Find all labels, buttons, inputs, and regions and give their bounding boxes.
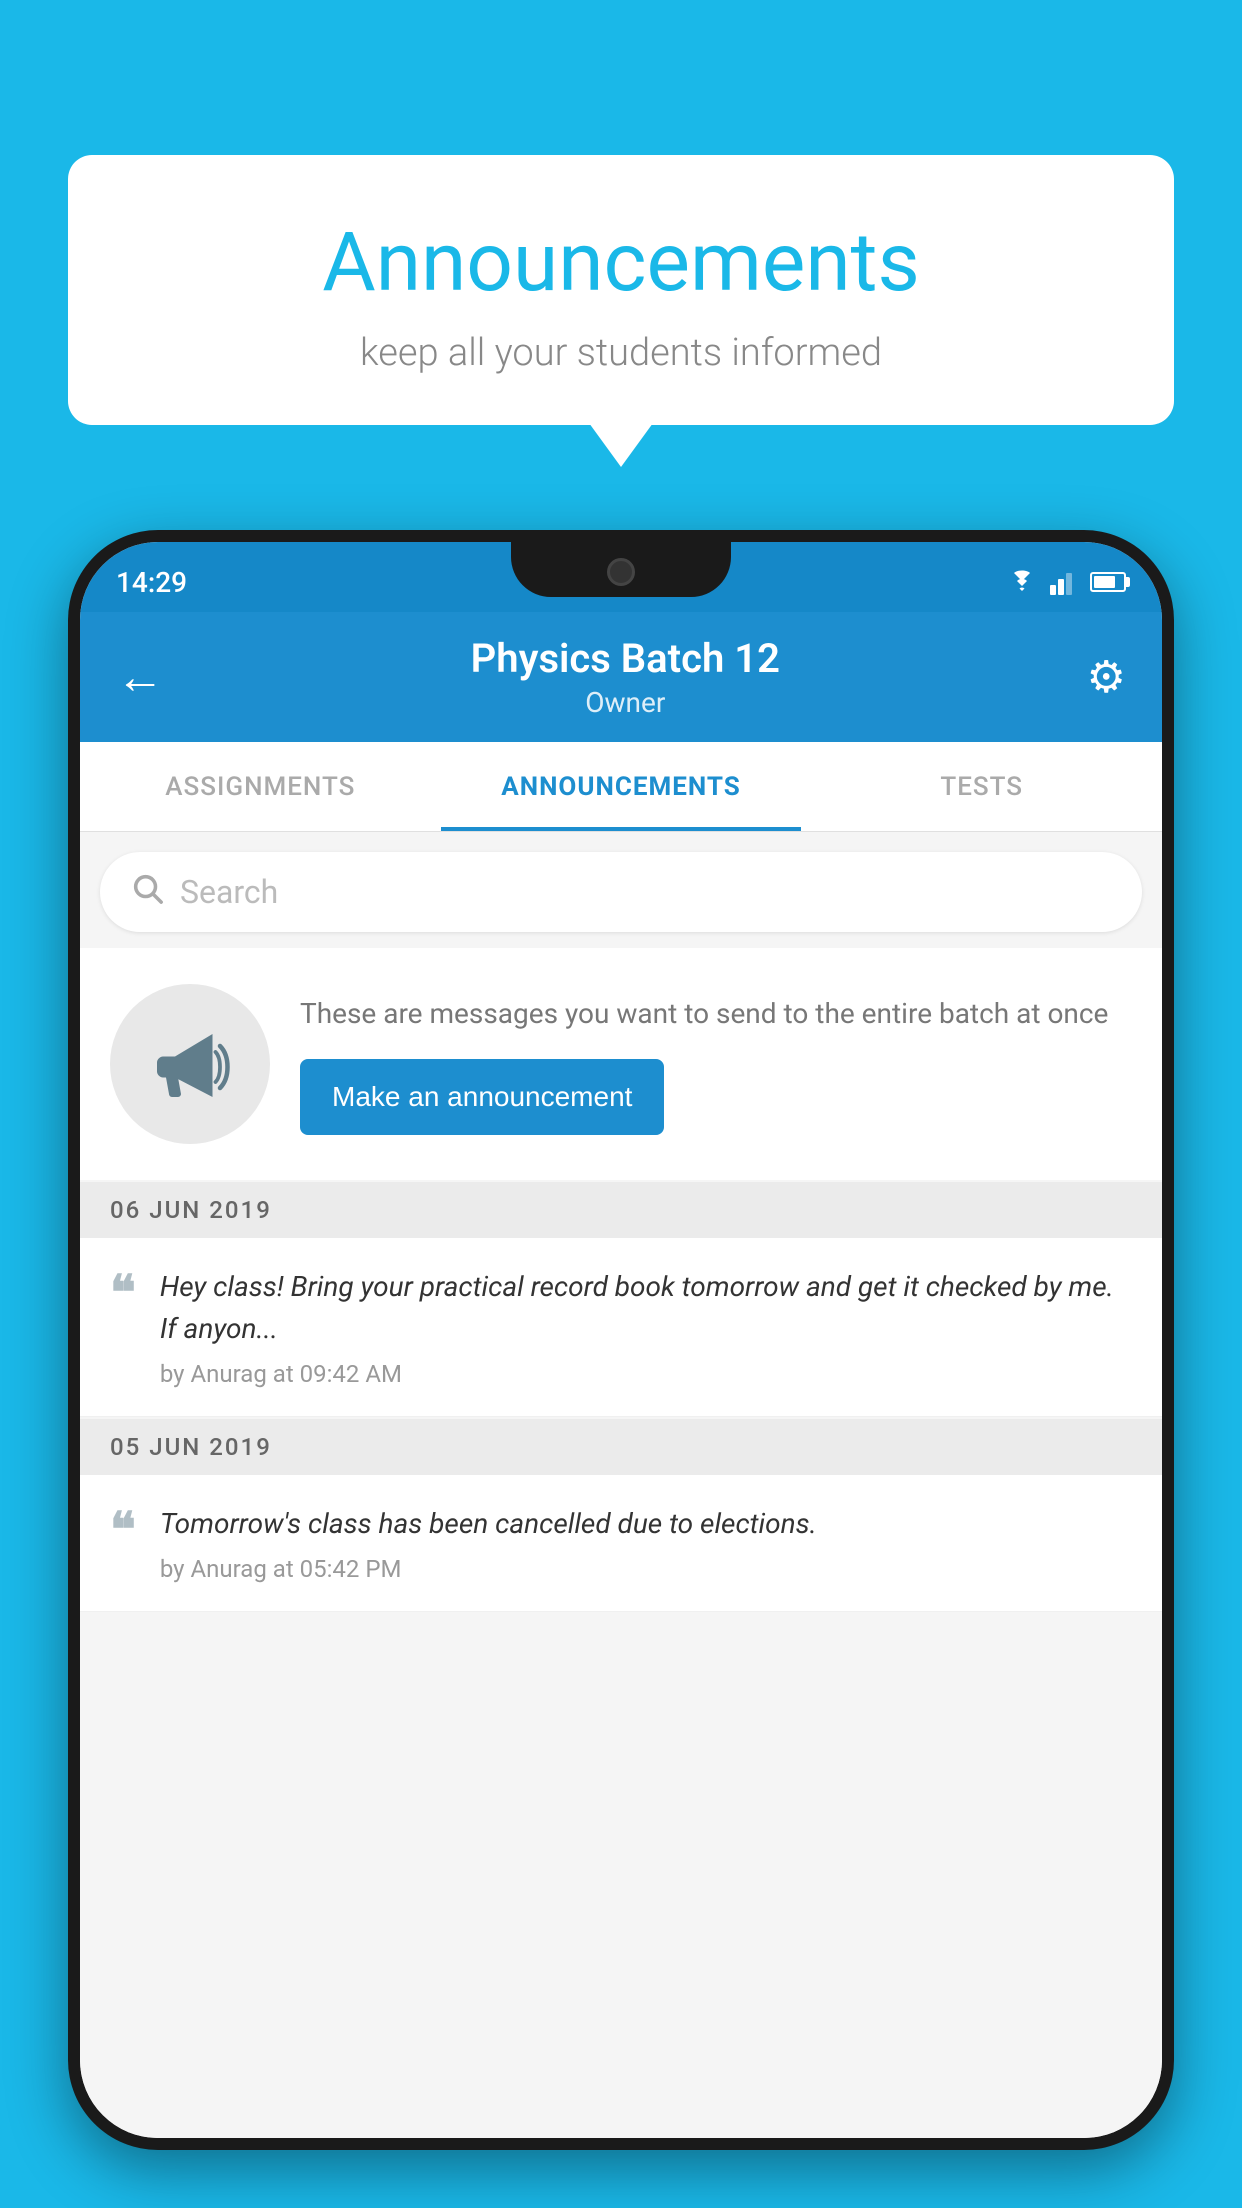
bubble-subtitle: keep all your students informed bbox=[128, 331, 1114, 375]
announcement-item-2[interactable]: ❝ Tomorrow's class has been cancelled du… bbox=[80, 1475, 1162, 1612]
date-separator-1: 06 JUN 2019 bbox=[80, 1182, 1162, 1238]
phone-camera bbox=[607, 558, 635, 586]
wifi-icon bbox=[1006, 569, 1038, 595]
announcement-item-1[interactable]: ❝ Hey class! Bring your practical record… bbox=[80, 1238, 1162, 1417]
phone-frame: 14:29 bbox=[68, 530, 1174, 2150]
speech-bubble: Announcements keep all your students inf… bbox=[68, 155, 1174, 425]
announcement-text-block-2: Tomorrow's class has been cancelled due … bbox=[160, 1503, 1132, 1583]
screen-content: Search These are messages you want to se… bbox=[80, 832, 1162, 2138]
header-title: Physics Batch 12 bbox=[164, 635, 1087, 682]
search-bar[interactable]: Search bbox=[100, 852, 1142, 932]
search-placeholder: Search bbox=[180, 873, 278, 911]
promo-description: These are messages you want to send to t… bbox=[300, 993, 1132, 1035]
announcement-meta-2: by Anurag at 05:42 PM bbox=[160, 1555, 1132, 1583]
phone-container: 14:29 bbox=[68, 530, 1174, 2208]
status-time: 14:29 bbox=[116, 556, 187, 599]
promo-avatar bbox=[110, 984, 270, 1144]
app-header: ← Physics Batch 12 Owner ⚙ bbox=[80, 612, 1162, 742]
signal-icon bbox=[1050, 569, 1078, 595]
bubble-title: Announcements bbox=[128, 215, 1114, 311]
tab-tests[interactable]: TESTS bbox=[801, 742, 1162, 831]
tab-announcements[interactable]: ANNOUNCEMENTS bbox=[441, 742, 802, 831]
promo-right: These are messages you want to send to t… bbox=[300, 993, 1132, 1135]
announcement-meta-1: by Anurag at 09:42 AM bbox=[160, 1360, 1132, 1388]
quote-icon-1: ❝ bbox=[110, 1270, 136, 1318]
announcement-text-block-1: Hey class! Bring your practical record b… bbox=[160, 1266, 1132, 1388]
speech-bubble-container: Announcements keep all your students inf… bbox=[68, 155, 1174, 425]
announcement-text-1: Hey class! Bring your practical record b… bbox=[160, 1266, 1132, 1350]
phone-screen: 14:29 bbox=[80, 542, 1162, 2138]
status-icons bbox=[1006, 559, 1126, 595]
phone-notch bbox=[511, 542, 731, 597]
megaphone-icon bbox=[145, 1019, 235, 1109]
tab-assignments[interactable]: ASSIGNMENTS bbox=[80, 742, 441, 831]
quote-icon-2: ❝ bbox=[110, 1507, 136, 1555]
back-button[interactable]: ← bbox=[116, 653, 164, 701]
date-separator-2: 05 JUN 2019 bbox=[80, 1419, 1162, 1475]
search-icon bbox=[130, 871, 164, 914]
settings-icon[interactable]: ⚙ bbox=[1087, 651, 1126, 703]
battery-fill bbox=[1094, 576, 1115, 588]
header-center: Physics Batch 12 Owner bbox=[164, 635, 1087, 719]
tabs-container: ASSIGNMENTS ANNOUNCEMENTS TESTS bbox=[80, 742, 1162, 832]
battery-icon bbox=[1090, 572, 1126, 592]
header-subtitle: Owner bbox=[164, 686, 1087, 719]
announcement-promo: These are messages you want to send to t… bbox=[80, 948, 1162, 1180]
announcement-text-2: Tomorrow's class has been cancelled due … bbox=[160, 1503, 1132, 1545]
make-announcement-button[interactable]: Make an announcement bbox=[300, 1059, 664, 1135]
